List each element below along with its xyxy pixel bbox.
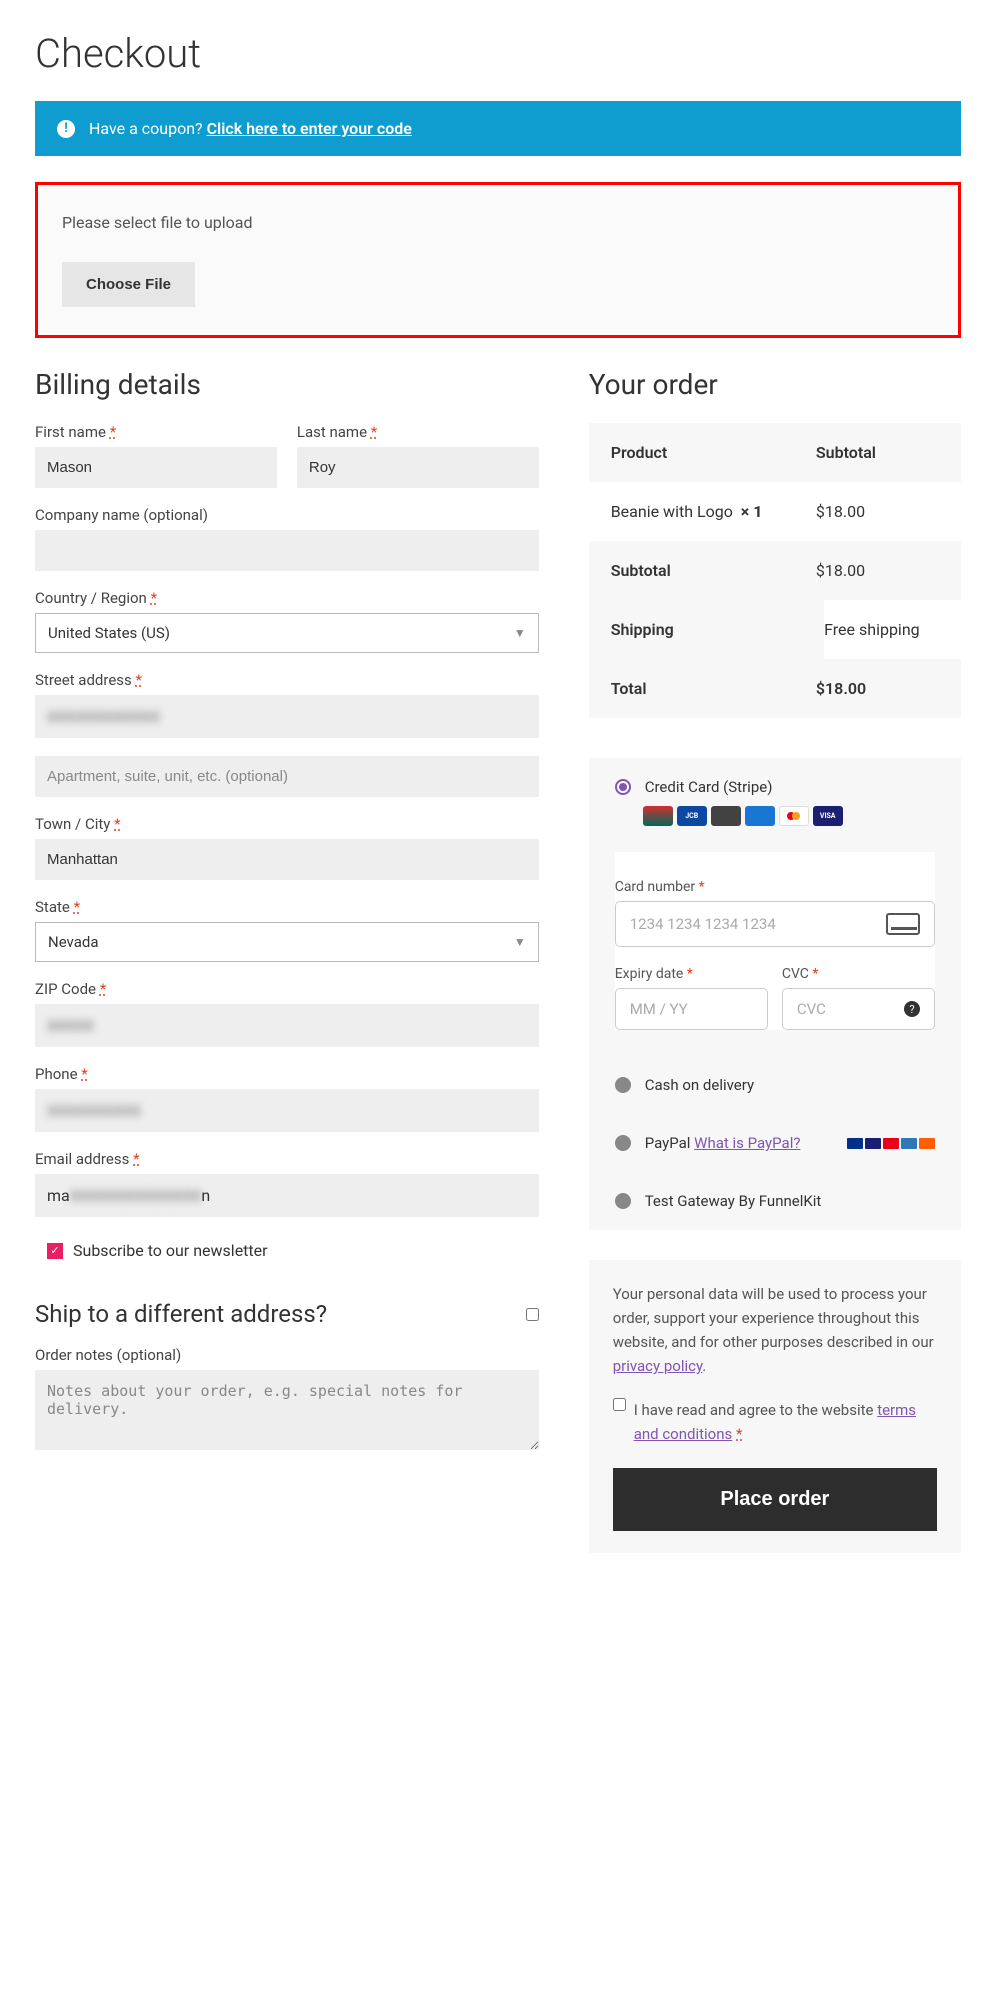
state-select[interactable]: Nevada ▼ xyxy=(35,922,539,962)
company-label: Company name (optional) xyxy=(35,506,539,524)
total-label: Total xyxy=(611,679,816,698)
expiry-label: Expiry date * xyxy=(615,966,693,982)
shipping-label: Shipping xyxy=(589,600,824,659)
newsletter-label: Subscribe to our newsletter xyxy=(73,1241,268,1260)
card-number-label: Card number * xyxy=(615,879,705,895)
terms-checkbox[interactable] xyxy=(613,1398,626,1411)
email-label: Email address * xyxy=(35,1150,539,1168)
place-order-button[interactable]: Place order xyxy=(613,1468,937,1531)
email-input[interactable]: maXXXXXXXXXXXXXXn xyxy=(35,1174,539,1217)
subtotal-value: $18.00 xyxy=(816,561,939,580)
card-number-input[interactable]: 1234 1234 1234 1234 xyxy=(615,901,935,947)
chevron-down-icon: ▼ xyxy=(514,626,526,640)
item-qty: × 1 xyxy=(741,502,763,521)
privacy-notice: Your personal data will be used to proce… xyxy=(589,1260,961,1553)
phone-label: Phone * xyxy=(35,1065,539,1083)
city-input[interactable] xyxy=(35,839,539,880)
zip-input[interactable]: XXXXX xyxy=(35,1004,539,1047)
coupon-notice: ! Have a coupon? Click here to enter you… xyxy=(35,101,961,156)
info-icon: ! xyxy=(57,120,75,138)
upload-prompt: Please select file to upload xyxy=(62,213,934,232)
payment-methods: Credit Card (Stripe) JCB VISA Card numbe… xyxy=(589,758,961,1230)
ship-different-checkbox[interactable] xyxy=(526,1308,539,1321)
subtotal-label: Subtotal xyxy=(611,561,816,580)
cvc-label: CVC * xyxy=(782,966,819,982)
page-title: Checkout xyxy=(35,30,961,77)
order-heading: Your order xyxy=(589,368,961,401)
state-label: State * xyxy=(35,898,539,916)
total-value: $18.00 xyxy=(816,679,939,698)
first-name-label: First name * xyxy=(35,423,277,441)
order-summary-table: Product Subtotal Beanie with Logo × 1 $1… xyxy=(589,423,961,718)
privacy-policy-link[interactable]: privacy policy xyxy=(613,1357,703,1375)
apt-input[interactable] xyxy=(35,756,539,797)
jcb-icon: JCB xyxy=(677,806,707,826)
payment-paypal[interactable]: PayPal What is PayPal? xyxy=(589,1114,961,1172)
radio-icon xyxy=(615,779,631,795)
last-name-label: Last name * xyxy=(297,423,539,441)
order-notes-label: Order notes (optional) xyxy=(35,1346,539,1364)
item-price: $18.00 xyxy=(816,502,939,521)
payment-test-gateway[interactable]: Test Gateway By FunnelKit xyxy=(589,1172,961,1230)
zip-label: ZIP Code * xyxy=(35,980,539,998)
file-upload-box: Please select file to upload Choose File xyxy=(35,182,961,338)
country-label: Country / Region * xyxy=(35,589,539,607)
radio-icon xyxy=(615,1077,631,1093)
country-select[interactable]: United States (US) ▼ xyxy=(35,613,539,653)
company-input[interactable] xyxy=(35,530,539,571)
cvc-input[interactable]: CVC ? xyxy=(782,988,935,1030)
choose-file-button[interactable]: Choose File xyxy=(62,262,195,307)
order-notes-textarea[interactable] xyxy=(35,1370,539,1450)
payment-cod[interactable]: Cash on delivery xyxy=(589,1056,961,1114)
street-label: Street address * xyxy=(35,671,539,689)
card-icon xyxy=(886,913,920,935)
radio-icon xyxy=(615,1193,631,1209)
expiry-input[interactable]: MM / YY xyxy=(615,988,768,1030)
unionpay-icon xyxy=(643,806,673,826)
ship-different-heading: Ship to a different address? xyxy=(35,1300,327,1328)
phone-input[interactable]: XXXXXXXXXX xyxy=(35,1089,539,1132)
discover-icon xyxy=(711,806,741,826)
chevron-down-icon: ▼ xyxy=(514,935,526,949)
last-name-input[interactable] xyxy=(297,447,539,488)
help-icon: ? xyxy=(904,1001,920,1017)
subtotal-header: Subtotal xyxy=(816,443,939,462)
billing-heading: Billing details xyxy=(35,368,539,401)
street-input[interactable]: XXXXXXXXXXXX xyxy=(35,695,539,738)
paypal-help-link[interactable]: What is PayPal? xyxy=(694,1134,800,1152)
mastercard-icon xyxy=(779,806,809,826)
card-brand-icons: JCB VISA xyxy=(617,806,961,832)
paypal-card-icons xyxy=(847,1138,935,1149)
visa-icon: VISA xyxy=(813,806,843,826)
city-label: Town / City * xyxy=(35,815,539,833)
product-header: Product xyxy=(611,443,816,462)
newsletter-checkbox[interactable]: ✓ xyxy=(47,1243,63,1259)
first-name-input[interactable] xyxy=(35,447,277,488)
coupon-prompt: Have a coupon? xyxy=(89,119,203,138)
item-name: Beanie with Logo xyxy=(611,502,733,521)
shipping-value: Free shipping xyxy=(802,620,939,639)
amex-icon xyxy=(745,806,775,826)
coupon-link[interactable]: Click here to enter your code xyxy=(207,119,412,138)
radio-icon xyxy=(615,1135,631,1151)
